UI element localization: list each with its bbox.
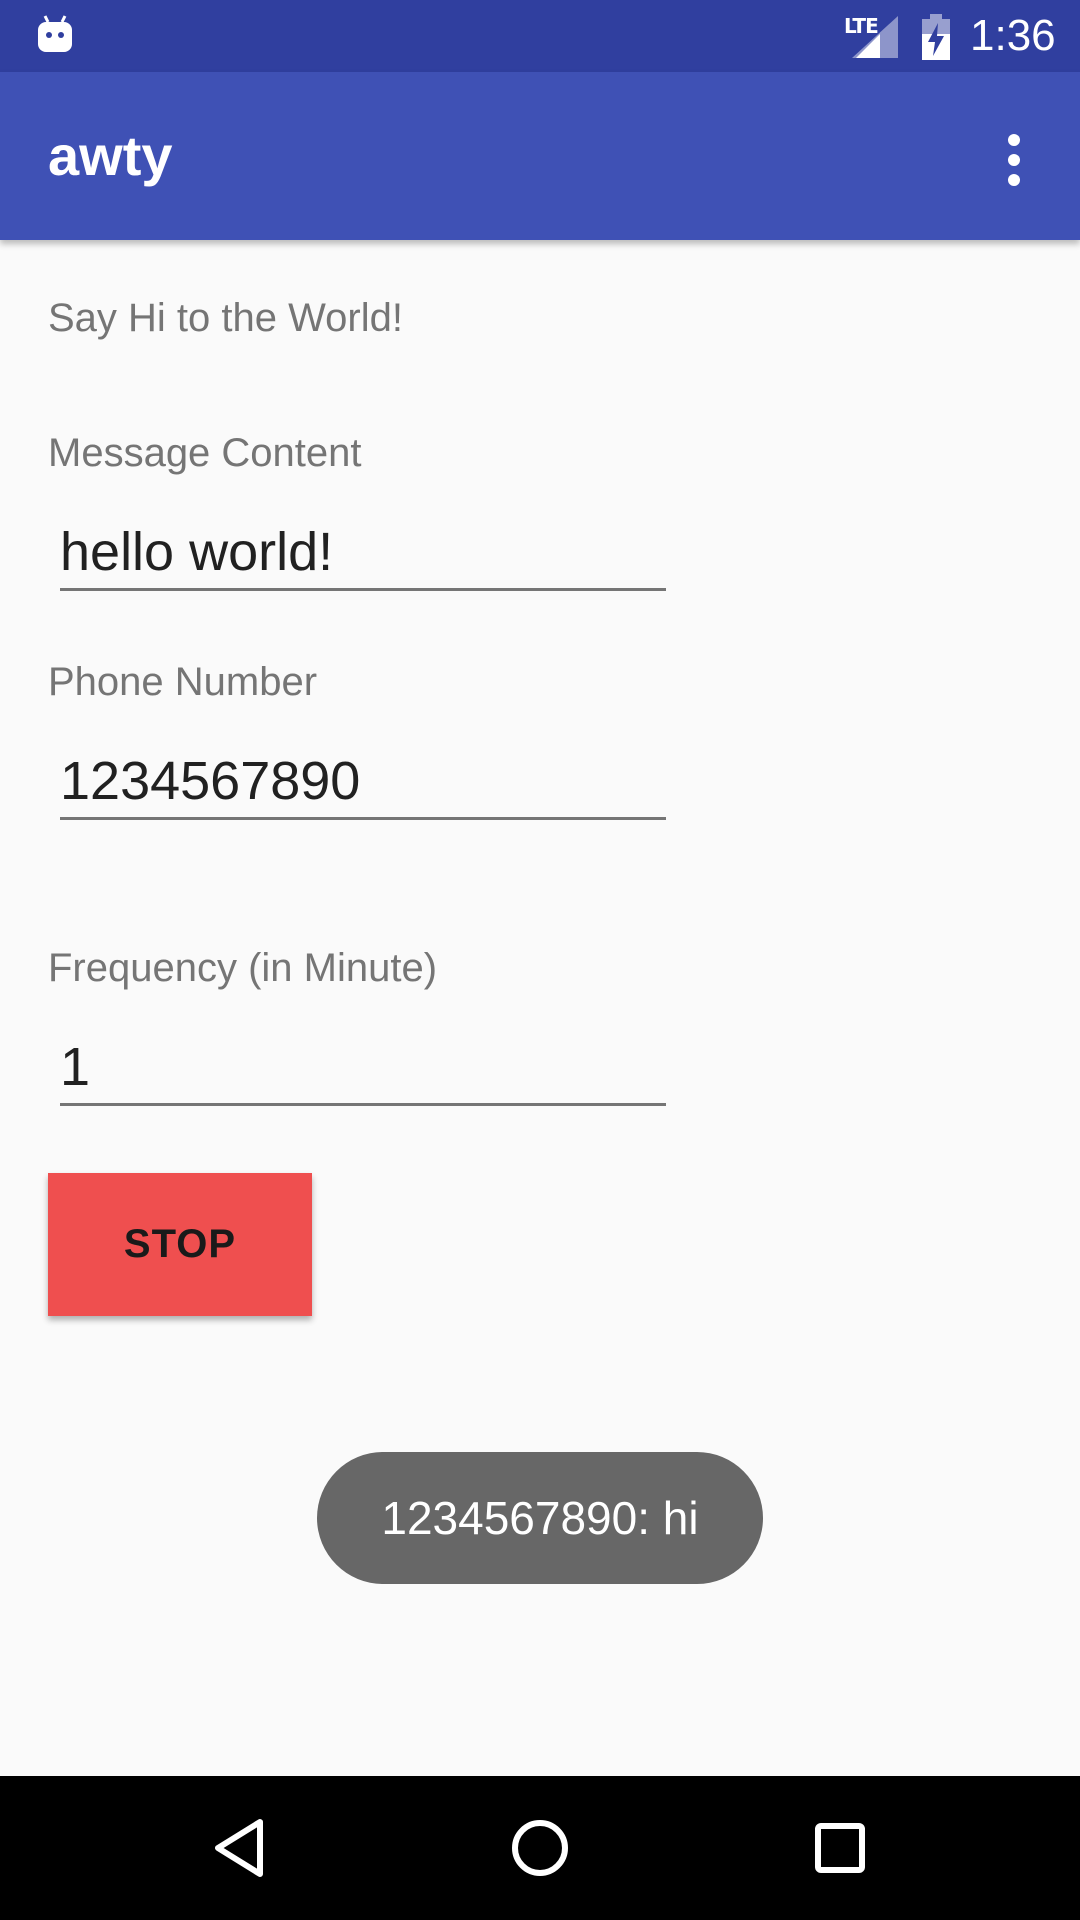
battery-charging-icon [922, 14, 950, 60]
phone-number-input[interactable] [60, 744, 666, 820]
recents-square-icon[interactable] [804, 1812, 876, 1884]
lte-signal-icon [852, 16, 898, 58]
navigation-bar [0, 1776, 1080, 1920]
status-clock: 1:36 [970, 11, 1056, 60]
screen: LTE 1:36 awty Say Hi to the World! Messa… [0, 0, 1080, 1920]
toast-message: 1234567890: hi [317, 1452, 763, 1584]
message-content-input[interactable] [60, 515, 666, 591]
message-content-label: Message Content [48, 431, 362, 475]
app-title: awty [48, 124, 173, 187]
android-robot-icon [38, 15, 72, 52]
frequency-input[interactable] [60, 1030, 666, 1106]
app-bar: awty [0, 72, 1080, 240]
stop-button[interactable]: STOP [48, 1173, 312, 1316]
home-circle-icon[interactable] [504, 1812, 576, 1884]
greeting-text: Say Hi to the World! [48, 296, 403, 340]
phone-number-label: Phone Number [48, 660, 318, 704]
frequency-label: Frequency (in Minute) [48, 946, 438, 990]
back-triangle-icon[interactable] [204, 1812, 276, 1884]
status-bar: LTE 1:36 [0, 0, 1080, 72]
more-vert-icon[interactable] [990, 128, 1038, 192]
